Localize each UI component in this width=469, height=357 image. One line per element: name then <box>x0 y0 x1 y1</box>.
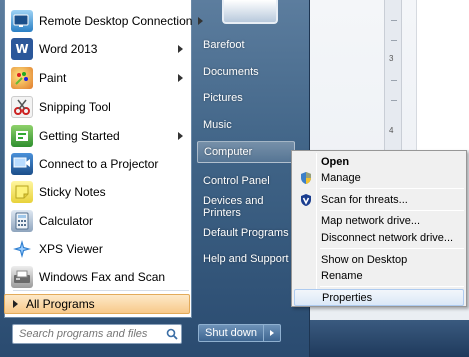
all-programs-label: All Programs <box>26 297 95 311</box>
right-item-barefoot[interactable]: Barefoot <box>197 34 301 56</box>
antivirus-icon <box>294 193 318 207</box>
program-label: Windows Fax and Scan <box>39 269 166 284</box>
shutdown-options-button[interactable] <box>264 325 280 341</box>
menu-item-scan-threats[interactable]: Scan for threats... <box>294 191 464 208</box>
menu-item-rename[interactable]: Rename <box>294 267 464 284</box>
right-item-label: Barefoot <box>203 39 245 51</box>
word-icon: W <box>11 37 33 60</box>
right-item-label: Pictures <box>203 92 243 104</box>
menu-item-label: Open <box>321 155 350 168</box>
document-page <box>416 0 469 150</box>
program-label: Remote Desktop Connection <box>39 13 193 28</box>
divider <box>13 290 189 291</box>
right-item-label: Default Programs <box>203 227 289 239</box>
program-label: Connect to a Projector <box>39 156 159 171</box>
chevron-right-icon <box>178 131 183 140</box>
right-item-help-support[interactable]: Help and Support <box>197 248 301 270</box>
getting-started-icon <box>11 124 33 147</box>
menu-item-open[interactable]: Open <box>294 153 464 170</box>
program-label: Word 2013 <box>39 41 98 56</box>
shutdown-button[interactable]: Shut down <box>199 325 264 341</box>
menu-separator <box>320 248 464 249</box>
program-calculator[interactable]: Calculator <box>7 207 189 234</box>
program-label: Calculator <box>39 213 94 228</box>
search-icon[interactable] <box>163 328 181 340</box>
menu-item-label: Rename <box>321 269 363 282</box>
right-item-label: Devices and Printers <box>203 195 264 219</box>
menu-item-label: Show on Desktop <box>321 253 408 266</box>
menu-item-label: Manage <box>321 171 361 184</box>
snipping-tool-icon <box>11 95 33 118</box>
context-menu: Open Manage Scan for threats... Map netw… <box>291 150 467 307</box>
program-xps-viewer[interactable]: XPS Viewer <box>7 235 189 262</box>
ruler-number: 4 <box>389 126 394 135</box>
menu-item-map-drive[interactable]: Map network drive... <box>294 212 464 229</box>
programs-pane: Remote Desktop Connection W Word 2013 Pa… <box>4 0 204 318</box>
sticky-notes-icon <box>11 180 33 203</box>
right-item-label: Computer <box>204 146 253 158</box>
menu-item-show-desktop[interactable]: Show on Desktop <box>294 251 464 268</box>
program-label: XPS Viewer <box>39 241 103 256</box>
right-item-computer[interactable]: Computer <box>197 141 295 163</box>
fax-scan-icon <box>11 265 33 288</box>
ruler-number: 3 <box>389 54 394 63</box>
chevron-right-icon <box>178 73 183 82</box>
menu-item-manage[interactable]: Manage <box>294 169 464 186</box>
chevron-right-icon <box>269 330 274 336</box>
menu-item-label: Scan for threats... <box>321 193 408 206</box>
right-item-label: Help and Support <box>203 253 289 265</box>
right-item-devices-printers[interactable]: Devices and Printers <box>197 195 301 219</box>
menu-separator <box>320 286 464 287</box>
user-picture[interactable] <box>222 0 278 24</box>
program-label: Snipping Tool <box>39 99 111 114</box>
paint-icon <box>11 66 33 89</box>
program-label: Paint <box>39 70 67 85</box>
menu-item-label: Map network drive... <box>321 214 421 227</box>
program-sticky-notes[interactable]: Sticky Notes <box>7 178 189 205</box>
program-word-2013[interactable]: W Word 2013 <box>7 35 189 62</box>
right-item-pictures[interactable]: Pictures <box>197 87 301 109</box>
chevron-right-icon <box>13 300 18 308</box>
menu-item-properties[interactable]: Properties <box>294 289 464 306</box>
remote-desktop-icon <box>11 9 33 32</box>
vertical-ruler: 3 4 <box>384 0 402 170</box>
right-item-default-programs[interactable]: Default Programs <box>197 222 301 244</box>
right-item-control-panel[interactable]: Control Panel <box>197 170 301 192</box>
calculator-icon <box>11 209 33 232</box>
menu-item-disconnect-drive[interactable]: Disconnect network drive... <box>294 229 464 246</box>
right-item-label: Control Panel <box>203 175 270 187</box>
program-connect-projector[interactable]: Connect to a Projector <box>7 150 189 177</box>
xps-viewer-icon <box>11 238 33 260</box>
program-label: Getting Started <box>39 128 120 143</box>
program-fax-scan[interactable]: Windows Fax and Scan <box>7 263 189 290</box>
program-remote-desktop[interactable]: Remote Desktop Connection <box>7 7 204 34</box>
program-label: Sticky Notes <box>39 184 106 199</box>
program-paint[interactable]: Paint <box>7 64 189 91</box>
menu-item-label: Disconnect network drive... <box>321 231 454 244</box>
all-programs-button[interactable]: All Programs <box>4 294 190 314</box>
right-item-label: Documents <box>203 66 259 78</box>
program-snipping-tool[interactable]: Snipping Tool <box>7 93 189 120</box>
chevron-right-icon <box>198 16 204 25</box>
menu-separator <box>320 210 464 211</box>
right-item-label: Music <box>203 119 232 131</box>
shutdown-control: Shut down <box>198 324 281 342</box>
menu-separator <box>320 188 464 189</box>
uac-shield-icon <box>294 171 318 185</box>
right-item-documents[interactable]: Documents <box>197 61 301 83</box>
search-box[interactable] <box>12 324 182 344</box>
start-menu: Remote Desktop Connection W Word 2013 Pa… <box>0 0 310 357</box>
right-item-music[interactable]: Music <box>197 114 301 136</box>
projector-icon <box>11 152 33 175</box>
menu-item-label: Properties <box>322 291 373 304</box>
chevron-right-icon <box>178 44 183 53</box>
search-input[interactable] <box>19 328 163 340</box>
program-getting-started[interactable]: Getting Started <box>7 122 189 149</box>
